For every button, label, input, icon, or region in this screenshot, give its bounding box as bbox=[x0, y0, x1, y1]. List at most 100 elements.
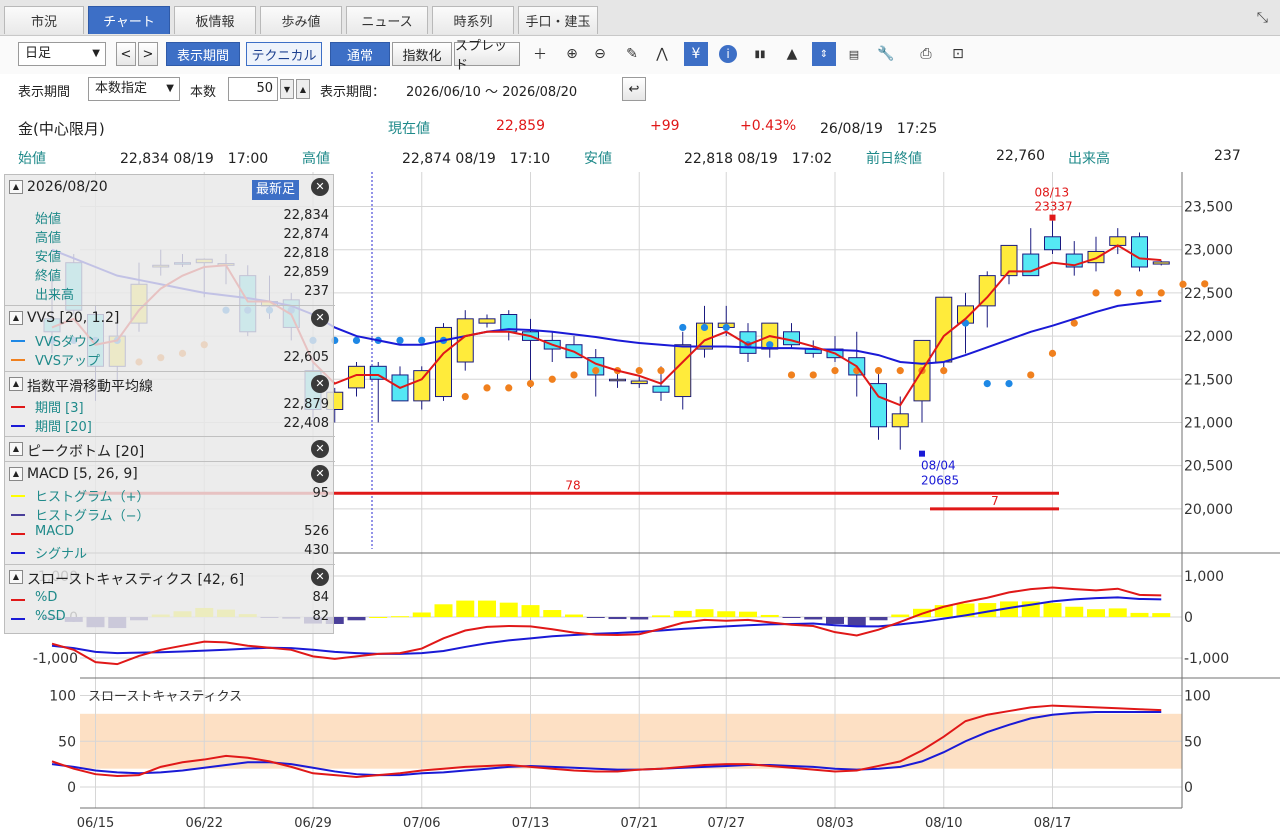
return-icon[interactable]: ↩ bbox=[622, 77, 646, 101]
y-tick-label: 23,500 bbox=[1184, 200, 1233, 216]
count-mode-select[interactable]: 本数指定 ▼ bbox=[88, 77, 180, 101]
peak-marker bbox=[1049, 214, 1056, 221]
increment-icon[interactable]: ▲ bbox=[296, 79, 310, 99]
vvs-dot bbox=[700, 323, 709, 332]
candle-body bbox=[891, 413, 909, 428]
vvs-dot bbox=[722, 323, 730, 332]
vvs-dot bbox=[505, 384, 513, 392]
latest-bar-button[interactable]: 最新足 bbox=[251, 180, 299, 200]
tab-board[interactable]: 板情報 bbox=[174, 6, 256, 34]
vvs-dot bbox=[1135, 289, 1144, 297]
decrement-icon[interactable]: ▼ bbox=[280, 79, 294, 99]
spread-button[interactable]: スプレッド bbox=[454, 39, 520, 73]
vvs-title: VVS [20, 1.2] bbox=[27, 310, 120, 326]
macd-hist-bar bbox=[739, 611, 757, 617]
yen-icon[interactable]: ¥ bbox=[684, 42, 708, 66]
candle-body bbox=[609, 378, 626, 382]
tab-ticks[interactable]: 歩み値 bbox=[260, 6, 342, 34]
close-icon[interactable]: ✕ bbox=[311, 465, 329, 483]
pencil-icon[interactable]: ✎ bbox=[620, 42, 644, 66]
toggle-icon[interactable]: ▲ bbox=[9, 377, 23, 391]
macd-hist-bar bbox=[652, 615, 670, 617]
zoom-in-icon[interactable]: ⊕ bbox=[560, 42, 584, 66]
toggle-icon[interactable]: ▲ bbox=[9, 570, 23, 584]
x-tick-label: 07/21 bbox=[621, 816, 658, 831]
candle-body bbox=[413, 370, 431, 402]
close-icon[interactable]: ✕ bbox=[311, 568, 329, 586]
crosshair-icon[interactable]: ＋ bbox=[528, 42, 552, 66]
vvs-dot bbox=[461, 392, 469, 401]
low-label: 安値 bbox=[584, 151, 612, 167]
macd-hist-bar bbox=[565, 614, 583, 617]
ema20-row: 期間 [20] 22,408 bbox=[5, 416, 335, 435]
stoch-header: ▲ スローストキャスティクス [42, 6] ✕ bbox=[5, 564, 335, 588]
tab-positions[interactable]: 手口・建玉 bbox=[518, 6, 598, 34]
candle-icon[interactable]: ▮▮ bbox=[748, 42, 772, 66]
next-button[interactable]: > bbox=[138, 42, 158, 66]
vvs-dot bbox=[1092, 289, 1100, 297]
print-icon[interactable]: ⎙ bbox=[914, 42, 938, 66]
ohlc-low-value: 22,818 bbox=[283, 246, 330, 261]
volume-label: 出来高 bbox=[1068, 151, 1110, 167]
high-label: 高値 bbox=[302, 151, 330, 167]
tab-news[interactable]: ニュース bbox=[346, 6, 428, 34]
macd-tick-label: 1,000 bbox=[1184, 569, 1224, 585]
count-input[interactable]: 50 bbox=[228, 77, 278, 101]
peak-bottom-header: ▲ ピークボトム [20] ✕ bbox=[5, 436, 335, 460]
technical-button[interactable]: テクニカル bbox=[246, 42, 322, 66]
count-label: 本数 bbox=[190, 85, 217, 100]
ohlc-volume: 出来高 237 bbox=[5, 284, 335, 303]
close-icon[interactable]: ✕ bbox=[311, 375, 329, 393]
quote-info: 金(中心限月) 現在値 22,859 +99 +0.43% 26/08/19 1… bbox=[0, 112, 1280, 172]
candle-body bbox=[1044, 236, 1061, 251]
change-percent: +0.43% bbox=[740, 118, 797, 134]
close-icon[interactable]: ✕ bbox=[311, 178, 329, 196]
macd-hist-bar bbox=[412, 612, 431, 617]
legend-line bbox=[11, 406, 25, 408]
vvs-dot bbox=[831, 367, 839, 375]
macd-hist-bar bbox=[717, 611, 736, 617]
display-period-button[interactable]: 表示期間 bbox=[166, 42, 240, 66]
mountain-icon[interactable]: ▲ bbox=[780, 42, 804, 66]
vvs-dot bbox=[1179, 280, 1187, 288]
auto-scale-icon[interactable]: ⇕ bbox=[812, 42, 836, 66]
vvs-down-label: VVSダウン bbox=[35, 335, 101, 350]
macd-hist-bar bbox=[347, 617, 366, 621]
zoom-out-icon[interactable]: ⊖ bbox=[588, 42, 612, 66]
tab-market[interactable]: 市況 bbox=[4, 6, 84, 34]
period-select[interactable]: 日足 ▼ bbox=[18, 42, 106, 66]
normal-button[interactable]: 通常 bbox=[330, 42, 390, 66]
x-tick-label: 08/03 bbox=[816, 816, 853, 831]
index-button[interactable]: 指数化 bbox=[392, 42, 452, 66]
toggle-icon[interactable]: ▲ bbox=[9, 180, 23, 194]
y-tick-label: 21,000 bbox=[1184, 415, 1233, 431]
bottom-date: 08/04 bbox=[921, 459, 956, 473]
macd-hist-bar bbox=[543, 610, 562, 617]
ohlc-high: 高値 22,874 bbox=[5, 227, 335, 246]
count-mode-value: 本数指定 bbox=[95, 81, 148, 96]
tab-timeseries[interactable]: 時系列 bbox=[432, 6, 514, 34]
vvs-dot bbox=[896, 367, 904, 375]
vvs-header: ▲ VVS [20, 1.2] ✕ bbox=[5, 305, 335, 329]
collapse-icon[interactable]: ⤡ bbox=[1257, 10, 1268, 26]
macd-hist-bar bbox=[586, 617, 605, 618]
x-tick-label: 06/15 bbox=[77, 816, 114, 831]
trend-icon[interactable]: ⋀ bbox=[650, 42, 674, 66]
toggle-icon[interactable]: ▲ bbox=[9, 442, 23, 456]
vvs-dot bbox=[1114, 289, 1122, 297]
close-icon[interactable]: ✕ bbox=[311, 440, 329, 458]
prev-button[interactable]: < bbox=[116, 42, 136, 66]
toggle-icon[interactable]: ▲ bbox=[9, 311, 23, 325]
macd-hist-bar bbox=[391, 616, 409, 618]
vvs-down-row: VVSダウン bbox=[5, 331, 335, 350]
macd-hist-bar bbox=[1043, 603, 1062, 617]
toggle-icon[interactable]: ▲ bbox=[9, 467, 23, 481]
export-icon[interactable]: ⊡ bbox=[946, 42, 970, 66]
tab-chart[interactable]: チャート bbox=[88, 6, 170, 34]
vvs-dot bbox=[874, 367, 883, 375]
wrench-icon[interactable]: 🔧 bbox=[874, 42, 898, 66]
bar-chart-icon[interactable]: ▤ bbox=[842, 42, 866, 66]
info-icon[interactable]: i bbox=[716, 42, 740, 66]
close-icon[interactable]: ✕ bbox=[311, 309, 329, 327]
candle-body bbox=[674, 344, 692, 398]
